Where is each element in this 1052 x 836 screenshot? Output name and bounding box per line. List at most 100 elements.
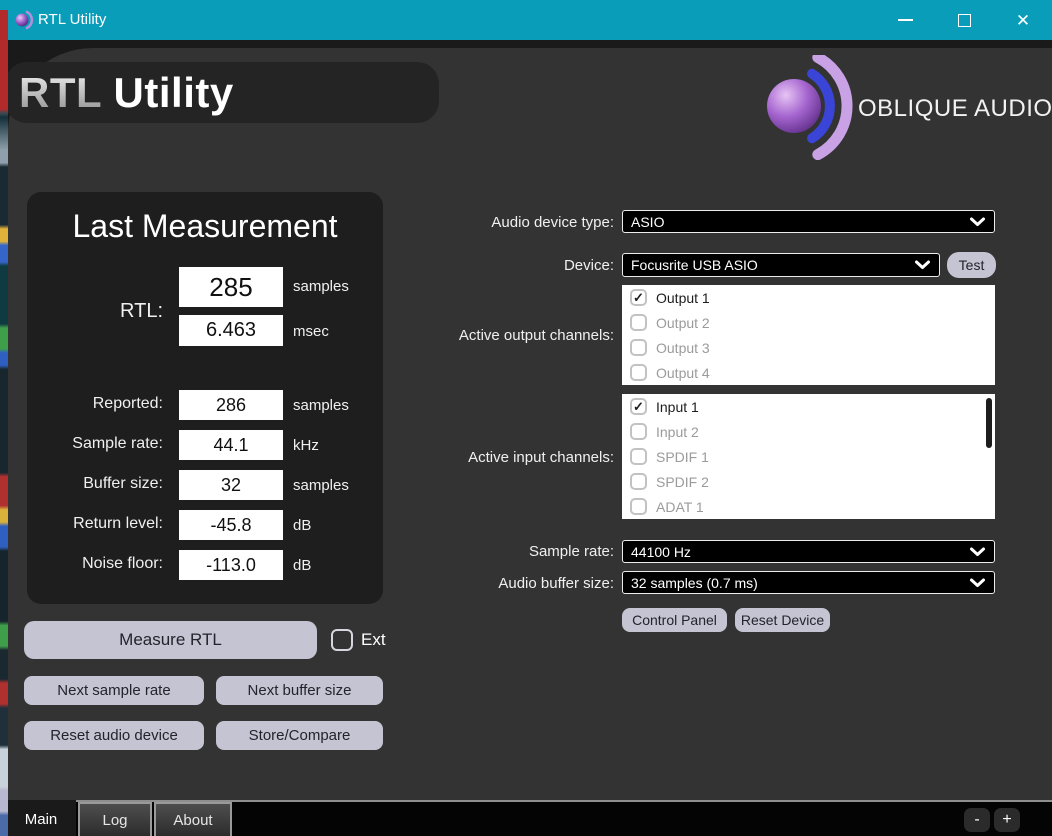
channel-label: SPDIF 2 — [656, 473, 709, 490]
sample-rate-field: 44.1 — [179, 430, 283, 460]
channel-row[interactable]: ✓ Output 1 — [622, 285, 995, 310]
maximize-button[interactable] — [949, 5, 979, 35]
channel-label: Output 3 — [656, 339, 710, 356]
app-title-strong: RTL — [19, 68, 102, 116]
audio-buffer-size-value: 32 samples (0.7 ms) — [631, 574, 758, 591]
chevron-down-icon — [969, 577, 986, 588]
rtl-samples-unit: samples — [293, 278, 349, 295]
checkbox[interactable]: ✓ — [630, 289, 647, 306]
close-icon: ✕ — [1015, 10, 1031, 30]
audio-device-type-value: ASIO — [631, 213, 665, 230]
titlebar: RTL Utility ✕ — [0, 0, 1052, 40]
app-title: RTL Utility — [19, 69, 234, 117]
control-panel-button[interactable]: Control Panel — [622, 608, 727, 632]
checkbox[interactable]: ✓ — [630, 314, 647, 331]
device-value: Focusrite USB ASIO — [631, 257, 758, 273]
output-channels-list: ✓ Output 1 ✓ Output 2 ✓ Output 3 ✓ Outpu… — [622, 285, 995, 385]
reported-label: Reported: — [92, 395, 163, 412]
buffer-size-unit: samples — [293, 477, 349, 494]
sample-rate-row-label: Sample rate: — [72, 435, 163, 452]
channel-row[interactable]: ✓ Input 1 — [622, 394, 995, 419]
checkbox[interactable]: ✓ — [630, 339, 647, 356]
minimize-icon — [897, 19, 913, 21]
active-output-channels-label: Active output channels: — [458, 327, 614, 344]
tab-main[interactable]: Main — [8, 802, 74, 836]
channel-label: Output 2 — [656, 314, 710, 331]
checkbox[interactable]: ✓ — [630, 448, 647, 465]
store-compare-button[interactable]: Store/Compare — [216, 721, 383, 750]
desktop-edge-strip — [0, 10, 8, 836]
chevron-down-icon — [914, 260, 931, 271]
checkbox[interactable]: ✓ — [630, 423, 647, 440]
tab-bar: Main Log About — [0, 800, 1052, 836]
channel-row[interactable]: ✓ Output 2 — [622, 310, 995, 335]
audio-device-type-label: Audio device type: — [491, 214, 614, 231]
channel-label: SPDIF 1 — [656, 448, 709, 465]
zoom-in-button[interactable]: + — [994, 808, 1020, 832]
reset-audio-device-button[interactable]: Reset audio device — [24, 721, 204, 750]
brand-logo: OBLIQUE AUDIO — [762, 51, 1052, 161]
maximize-icon — [957, 13, 971, 27]
channel-label: Output 4 — [656, 364, 710, 381]
tab-about[interactable]: About — [154, 802, 232, 836]
buffer-size-row-label: Buffer size: — [83, 475, 163, 492]
return-level-field: -45.8 — [179, 510, 283, 540]
audio-buffer-size-select[interactable]: 32 samples (0.7 ms) — [622, 571, 995, 594]
return-level-label: Return level: — [73, 515, 163, 532]
chevron-down-icon — [969, 216, 986, 227]
sample-rate-value: 44100 Hz — [631, 543, 691, 560]
channel-row[interactable]: ✓ Input 2 — [622, 419, 995, 444]
noise-floor-label: Noise floor: — [82, 555, 163, 572]
input-channels-list: ✓ Input 1 ✓ Input 2 ✓ SPDIF 1 ✓ SPDIF 2 … — [622, 394, 995, 519]
rtl-samples-field: 285 — [179, 267, 283, 307]
ext-label: Ext — [361, 630, 386, 649]
chevron-down-icon — [969, 546, 986, 557]
next-buffer-size-button[interactable]: Next buffer size — [216, 676, 383, 705]
app-logo-icon — [15, 10, 34, 30]
sample-rate-select-label: Sample rate: — [528, 543, 614, 560]
channel-label: ADAT 1 — [656, 498, 704, 515]
return-level-unit: dB — [293, 517, 312, 534]
check-icon: ✓ — [633, 290, 644, 305]
scrollbar-thumb[interactable] — [986, 398, 992, 448]
checkbox[interactable]: ✓ — [630, 473, 647, 490]
app-title-light: Utility — [101, 68, 234, 116]
check-icon: ✓ — [633, 399, 644, 414]
channel-label: Output 1 — [656, 289, 710, 306]
device-label: Device: — [563, 257, 614, 274]
audio-buffer-size-label: Audio buffer size: — [498, 575, 614, 592]
channel-row[interactable]: ✓ Output 3 — [622, 335, 995, 360]
reported-field: 286 — [179, 390, 283, 420]
channel-label: Input 2 — [656, 423, 699, 440]
rtl-label: RTL: — [120, 300, 163, 322]
ext-checkbox[interactable] — [331, 629, 353, 651]
app-header: RTL Utility — [5, 62, 439, 123]
checkbox[interactable]: ✓ — [630, 398, 647, 415]
sample-rate-select[interactable]: 44100 Hz — [622, 540, 995, 563]
test-button[interactable]: Test — [947, 252, 996, 278]
measure-rtl-button[interactable]: Measure RTL — [24, 621, 317, 659]
close-button[interactable]: ✕ — [1008, 5, 1038, 35]
device-select[interactable]: Focusrite USB ASIO — [622, 253, 940, 277]
audio-device-type-select[interactable]: ASIO — [622, 210, 995, 233]
channel-label: Input 1 — [656, 398, 699, 415]
app-window: RTL Utility ✕ RTL Utility OBLIQUE AUDIO … — [0, 0, 1052, 836]
channel-row[interactable]: ✓ ADAT 1 — [622, 494, 995, 519]
reported-unit: samples — [293, 397, 349, 414]
reset-device-button[interactable]: Reset Device — [735, 608, 830, 632]
brand-name: OBLIQUE AUDIO — [858, 95, 1052, 122]
channel-row[interactable]: ✓ Output 4 — [622, 360, 995, 385]
next-sample-rate-button[interactable]: Next sample rate — [24, 676, 204, 705]
channel-row[interactable]: ✓ SPDIF 2 — [622, 469, 995, 494]
active-input-channels-label: Active input channels: — [468, 449, 614, 466]
buffer-size-field: 32 — [179, 470, 283, 500]
checkbox[interactable]: ✓ — [630, 364, 647, 381]
oblique-audio-icon — [767, 51, 853, 161]
checkbox[interactable]: ✓ — [630, 498, 647, 515]
minimize-button[interactable] — [890, 5, 920, 35]
channel-row[interactable]: ✓ SPDIF 1 — [622, 444, 995, 469]
window-title: RTL Utility — [38, 11, 107, 28]
rtl-msec-field: 6.463 — [179, 315, 283, 346]
zoom-out-button[interactable]: - — [964, 808, 990, 832]
tab-log[interactable]: Log — [78, 802, 152, 836]
